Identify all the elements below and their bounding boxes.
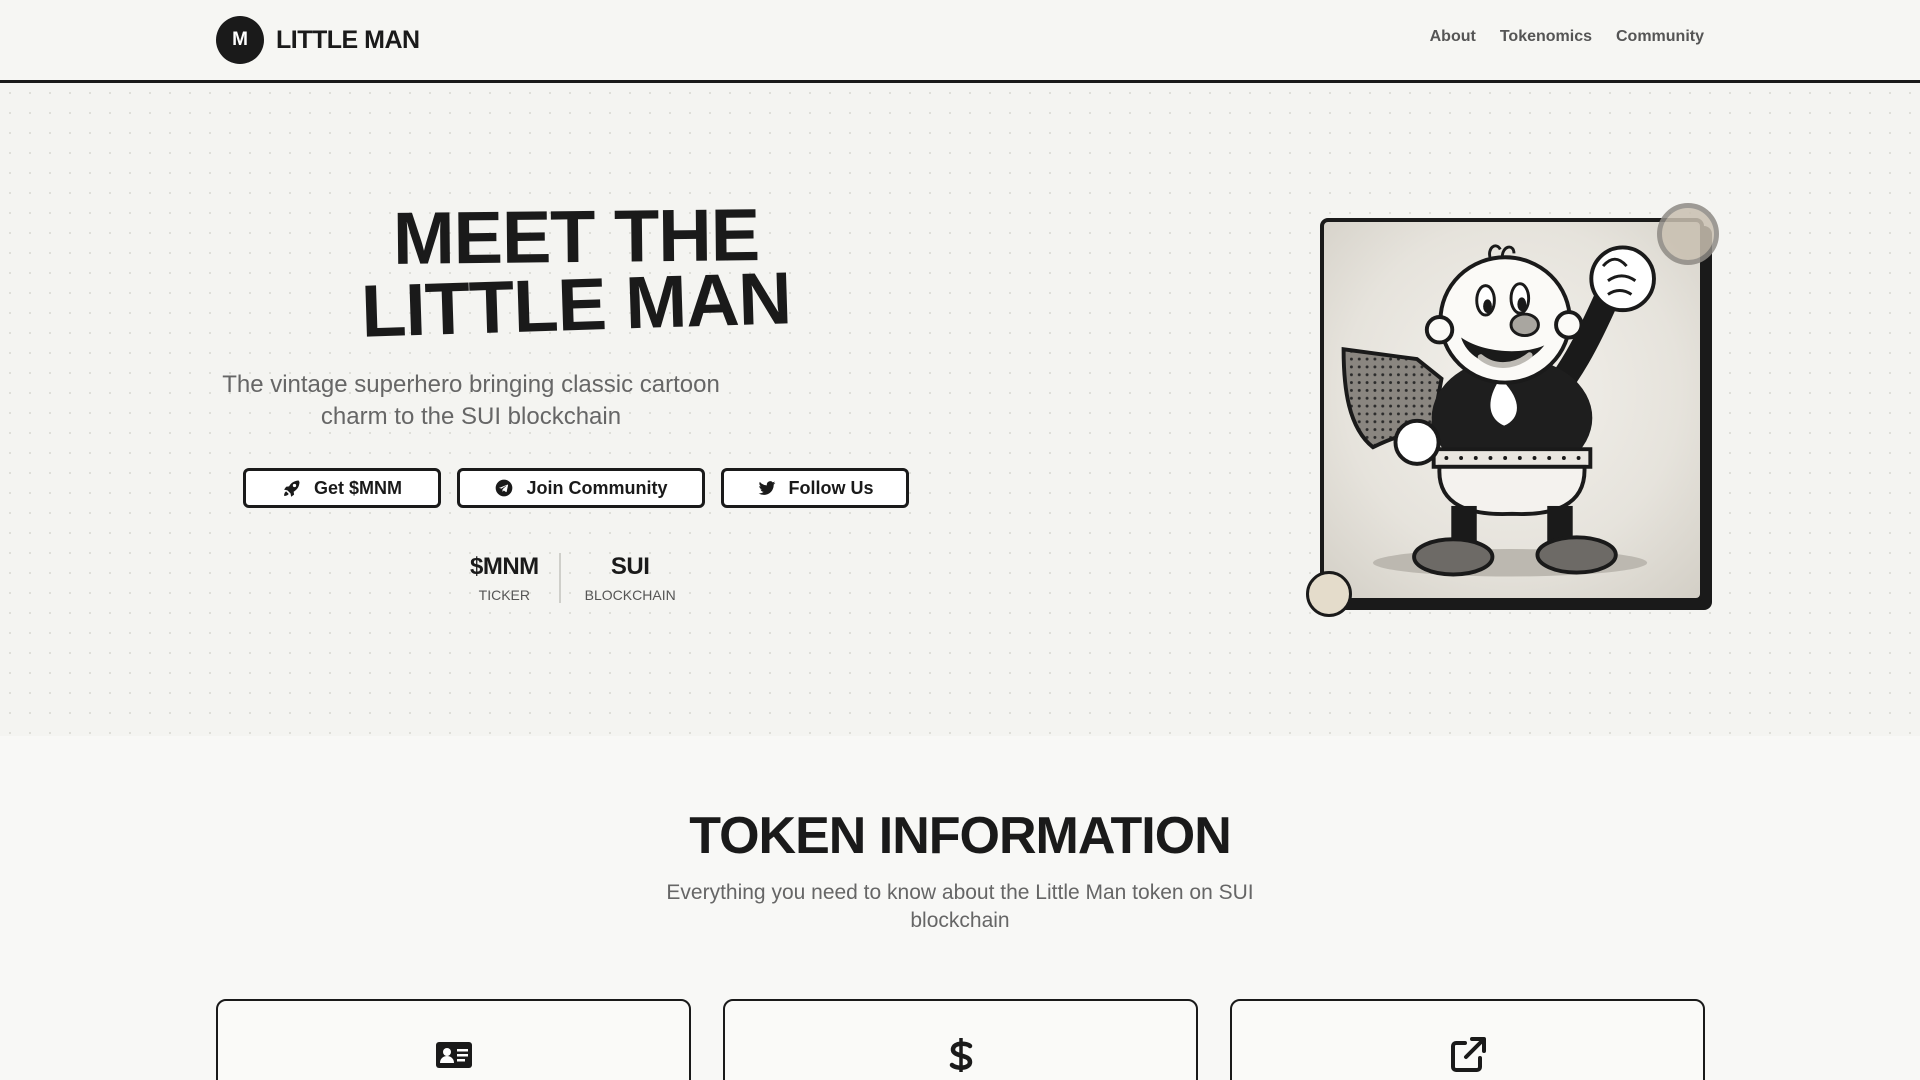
mascot-illustration <box>1320 218 1704 602</box>
hero-subtitle: The vintage superhero bringing classic c… <box>222 371 720 430</box>
stat-blockchain-value: SUI <box>610 553 650 580</box>
join-community-button[interactable]: Join Community <box>457 468 705 508</box>
logo-mark: M <box>216 16 264 64</box>
mascot-card <box>1320 218 1712 610</box>
follow-us-label: Follow Us <box>788 477 874 498</box>
hero-section: MEET THE LITTLE MAN The vintage superher… <box>0 83 1920 736</box>
stat-ticker-label: TICKER <box>478 587 530 603</box>
hero-buttons: Get $MNM Join Community Follow Us <box>243 468 909 508</box>
get-mnm-label: Get $MNM <box>313 477 402 498</box>
rocket-icon <box>284 480 300 497</box>
brand-name: LITTLE MAN <box>276 25 420 54</box>
dollar-icon <box>941 1035 981 1075</box>
decorative-circle-top-right <box>1657 203 1719 265</box>
main-nav: About Tokenomics Community <box>1430 28 1704 46</box>
token-card-price <box>723 999 1198 1080</box>
stat-ticker: $MNM TICKER <box>450 553 559 603</box>
telegram-icon <box>496 479 513 497</box>
decorative-circle-bottom-left <box>1306 571 1352 617</box>
token-info-cards <box>216 999 1705 1080</box>
token-info-section: TOKEN INFORMATION Everything you need to… <box>0 736 1920 1080</box>
hero-stats: $MNM TICKER SUI BLOCKCHAIN <box>450 553 696 603</box>
get-mnm-button[interactable]: Get $MNM <box>243 468 441 508</box>
twitter-icon <box>758 481 775 495</box>
token-info-title: TOKEN INFORMATION <box>689 807 1232 865</box>
hero-title-line2: LITTLE MAN <box>359 256 793 353</box>
stat-ticker-value: $MNM <box>470 553 539 580</box>
hero-title: MEET THE LITTLE MAN <box>256 193 896 353</box>
join-community-label: Join Community <box>526 477 668 498</box>
nav-about[interactable]: About <box>1430 28 1476 46</box>
token-card-link[interactable] <box>1230 999 1705 1080</box>
site-header: M LITTLE MAN About Tokenomics Community <box>0 0 1920 83</box>
stat-blockchain: SUI BLOCKCHAIN <box>558 553 696 603</box>
token-info-subtitle: Everything you need to know about the Li… <box>666 881 1254 932</box>
external-link-icon <box>1448 1035 1488 1075</box>
brand-logo[interactable]: M LITTLE MAN <box>216 16 420 64</box>
mascot-drawing <box>1341 244 1656 577</box>
stat-blockchain-label: BLOCKCHAIN <box>584 587 676 603</box>
nav-tokenomics[interactable]: Tokenomics <box>1500 28 1592 46</box>
follow-us-button[interactable]: Follow Us <box>721 468 909 508</box>
nav-community[interactable]: Community <box>1616 28 1704 46</box>
id-card-icon <box>434 1035 474 1075</box>
token-card-identity <box>216 999 691 1080</box>
